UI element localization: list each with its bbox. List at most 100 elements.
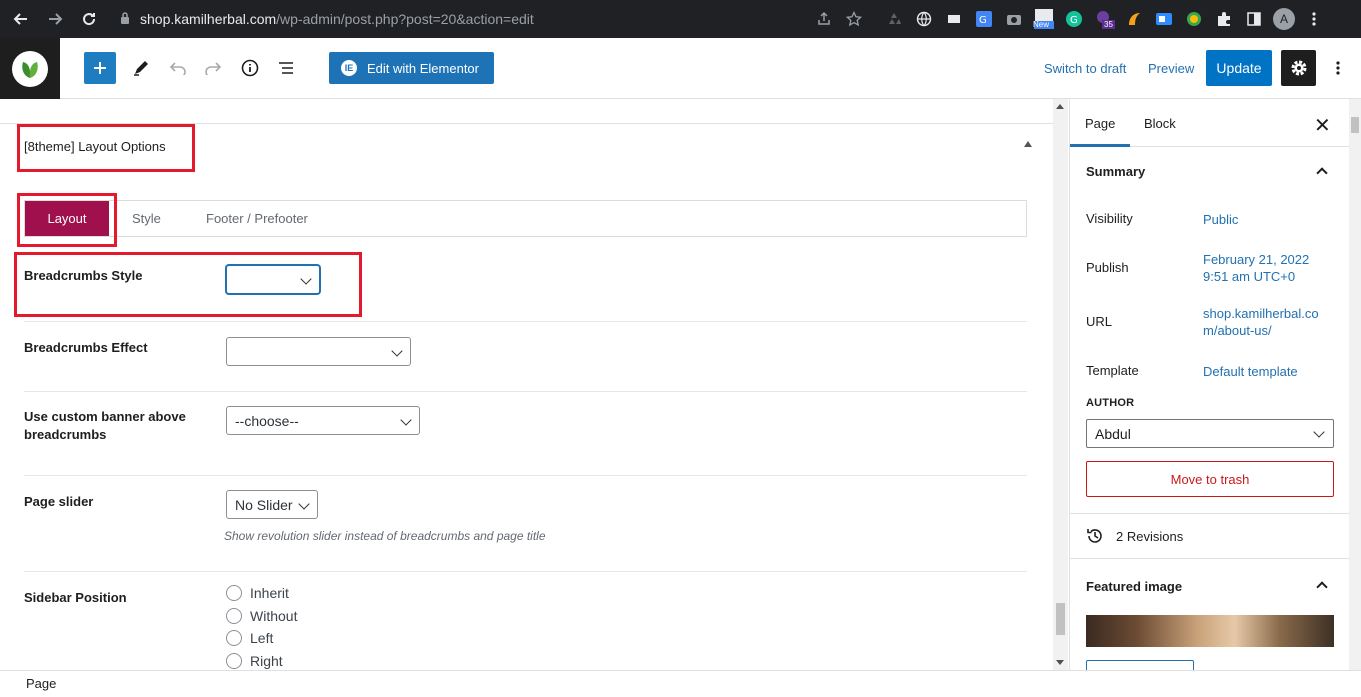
- url-path: /wp-admin/post.php?post=20&action=edit: [276, 11, 534, 27]
- add-block-button[interactable]: [84, 52, 116, 84]
- footer-breadcrumb-item[interactable]: Page: [26, 676, 56, 691]
- visibility-value[interactable]: Public: [1203, 211, 1328, 228]
- radio-left[interactable]: Left: [226, 630, 273, 646]
- options-menu-icon[interactable]: [1326, 54, 1350, 82]
- leaf-logo-icon: [12, 50, 48, 87]
- bookmark-star-icon[interactable]: [842, 7, 866, 31]
- orange-extension-icon[interactable]: [1122, 7, 1146, 31]
- browser-toolbar: shop.kamilherbal.com/wp-admin/post.php?p…: [0, 0, 1361, 38]
- radio-button[interactable]: [226, 608, 242, 624]
- chevron-down-icon: [1313, 426, 1325, 438]
- featured-image-thumbnail[interactable]: [1086, 615, 1334, 647]
- sidebar-scrollbar[interactable]: [1349, 99, 1361, 670]
- custom-banner-select[interactable]: --choose--: [226, 406, 420, 435]
- template-value[interactable]: Default template: [1203, 363, 1328, 380]
- editor-canvas: [8theme] Layout Options Layout Style Foo…: [0, 99, 1053, 670]
- new-badge: New: [1033, 20, 1050, 29]
- lock-icon: [120, 11, 130, 27]
- browser-menu-icon[interactable]: [1302, 7, 1326, 31]
- film-icon[interactable]: [942, 7, 966, 31]
- tab-footer-prefooter[interactable]: Footer / Prefooter: [206, 201, 308, 236]
- featured-image-title[interactable]: Featured image: [1086, 579, 1182, 594]
- publish-label: Publish: [1086, 260, 1129, 275]
- page-slider-label: Page slider: [24, 494, 94, 509]
- share-icon[interactable]: [812, 7, 836, 31]
- move-to-trash-button[interactable]: Move to trash: [1086, 461, 1334, 497]
- scrollbar-thumb[interactable]: [1351, 117, 1359, 133]
- radio-button[interactable]: [226, 653, 242, 669]
- summary-title[interactable]: Summary: [1086, 164, 1145, 179]
- profile-avatar[interactable]: A: [1272, 7, 1296, 31]
- breadcrumbs-effect-select[interactable]: [226, 337, 411, 366]
- count-badge: 35: [1102, 20, 1115, 29]
- address-bar[interactable]: shop.kamilherbal.com/wp-admin/post.php?p…: [106, 5, 876, 33]
- reload-icon[interactable]: [74, 4, 104, 34]
- highlight-box: [17, 193, 117, 247]
- list-view-icon[interactable]: [270, 52, 302, 84]
- author-select[interactable]: Abdul: [1086, 419, 1334, 448]
- radio-button[interactable]: [226, 585, 242, 601]
- editor-header: IE Edit with Elementor Switch to draft P…: [0, 38, 1361, 99]
- author-label: AUTHOR: [1086, 397, 1135, 409]
- revisions-button[interactable]: 2 Revisions: [1086, 527, 1183, 545]
- url-label: URL: [1086, 314, 1113, 329]
- active-tab-indicator: [1070, 144, 1130, 147]
- url-button[interactable]: shop.kamilherbal.co m/about-us/: [1203, 305, 1328, 339]
- tab-block[interactable]: Block: [1144, 116, 1176, 131]
- translate-icon[interactable]: G: [972, 7, 996, 31]
- globe-icon[interactable]: [912, 7, 936, 31]
- camera-icon[interactable]: [1002, 7, 1026, 31]
- preview-button[interactable]: Preview: [1148, 61, 1194, 76]
- tab-page[interactable]: Page: [1085, 116, 1115, 131]
- page-slider-select[interactable]: No Slider: [226, 490, 318, 519]
- radio-right[interactable]: Right: [226, 653, 283, 669]
- redo-icon[interactable]: [197, 52, 229, 84]
- edit-pencil-icon[interactable]: [125, 52, 157, 84]
- forward-icon[interactable]: [40, 4, 70, 34]
- svg-text:G: G: [1070, 15, 1078, 26]
- sidepanel-icon[interactable]: [1242, 7, 1266, 31]
- radio-inherit[interactable]: Inherit: [226, 585, 289, 601]
- close-icon[interactable]: ✕: [1314, 113, 1331, 138]
- radio-button[interactable]: [226, 630, 242, 646]
- video-call-icon[interactable]: [1152, 7, 1176, 31]
- publish-date-button[interactable]: February 21, 2022 9:51 am UTC+0: [1203, 251, 1328, 285]
- publish-date: February 21, 2022: [1203, 252, 1310, 267]
- scrollbar-thumb[interactable]: [1056, 603, 1065, 635]
- chevron-up-icon[interactable]: [1316, 581, 1328, 593]
- scroll-down-icon[interactable]: [1056, 660, 1064, 665]
- scroll-up-icon[interactable]: [1056, 104, 1064, 109]
- editor-scrollbar[interactable]: [1053, 99, 1068, 670]
- page-slider-hint: Show revolution slider instead of breadc…: [224, 529, 546, 543]
- tab-style[interactable]: Style: [132, 201, 161, 236]
- history-icon: [1087, 529, 1102, 543]
- back-icon[interactable]: [6, 4, 36, 34]
- radio-without[interactable]: Without: [226, 608, 297, 624]
- site-logo[interactable]: [0, 38, 60, 99]
- replace-image-button[interactable]: [1086, 660, 1194, 670]
- chevron-up-icon[interactable]: [1316, 167, 1328, 179]
- author-value: Abdul: [1095, 425, 1131, 442]
- extension-toolbar: G New G 35 A: [812, 7, 1326, 31]
- edit-with-elementor-button[interactable]: IE Edit with Elementor: [329, 52, 494, 84]
- purple-extension-icon[interactable]: 35: [1092, 7, 1116, 31]
- settings-gear-icon[interactable]: [1281, 50, 1316, 86]
- puzzle-icon[interactable]: [1212, 7, 1236, 31]
- radio-label: Without: [250, 608, 298, 624]
- selected-value: No Slider: [235, 496, 293, 513]
- news-extension-icon[interactable]: New: [1032, 7, 1056, 31]
- info-icon[interactable]: [234, 52, 266, 84]
- undo-icon[interactable]: [162, 52, 194, 84]
- metabox-title[interactable]: [8theme] Layout Options: [24, 139, 166, 154]
- switch-to-draft-button[interactable]: Switch to draft: [1044, 61, 1126, 76]
- colorful-extension-icon[interactable]: [1182, 7, 1206, 31]
- revisions-label: 2 Revisions: [1116, 528, 1184, 544]
- collapse-up-icon[interactable]: [1024, 141, 1032, 147]
- publish-time: 9:51 am UTC+0: [1203, 269, 1296, 284]
- recycle-icon[interactable]: [882, 7, 906, 31]
- grammarly-icon[interactable]: G: [1062, 7, 1086, 31]
- editor-footer-breadcrumb: Page: [0, 670, 1361, 692]
- visibility-label: Visibility: [1086, 211, 1133, 226]
- update-button[interactable]: Update: [1206, 50, 1272, 86]
- url-line1: shop.kamilherbal.co: [1203, 306, 1319, 321]
